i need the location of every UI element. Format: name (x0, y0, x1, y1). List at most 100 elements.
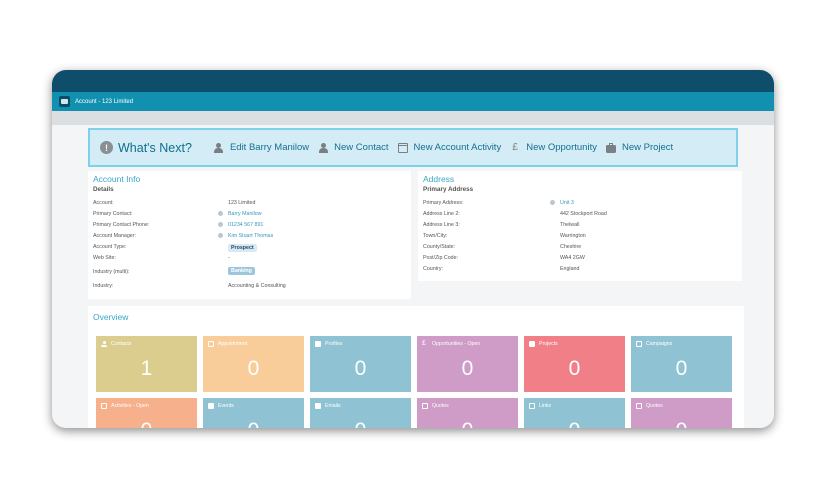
envelope-icon (315, 403, 321, 409)
account-info-title: Account Info (93, 174, 141, 184)
folder-icon (315, 341, 321, 347)
row-value: WA4 2GW (560, 255, 585, 261)
person-icon (214, 142, 224, 153)
primary-address-link[interactable]: Unit 3 (560, 200, 574, 206)
new-opportunity-action[interactable]: £ New Opportunity (510, 142, 597, 153)
calendar-icon (101, 403, 107, 409)
tile-label: Links (539, 403, 552, 409)
tile-count: 0 (96, 419, 197, 428)
tile-count: 0 (461, 357, 474, 380)
row-label: Town/City: (423, 233, 448, 239)
tile-count: 0 (631, 419, 732, 428)
row-label: Post/Zip Code: (423, 255, 459, 261)
pound-icon: £ (512, 141, 518, 153)
window-title: Account - 123 Limited (75, 98, 134, 105)
exclamation-icon: ! (100, 141, 113, 154)
tile-links[interactable]: Links 0 (524, 398, 625, 428)
tile-events[interactable]: Events 0 (203, 398, 304, 428)
row-value: 442 Stockport Road (560, 211, 607, 217)
new-account-activity-action[interactable]: New Account Activity (397, 142, 502, 153)
tile-profiles[interactable]: Profiles 0 (310, 336, 411, 392)
detail-row: Account Manager: Kim Stuart Thomas (93, 233, 413, 242)
detail-row: Account: 123 Limited (93, 200, 413, 209)
top-bar (52, 70, 774, 92)
row-label: Industry: (93, 283, 114, 289)
row-value: Thelwall (560, 222, 580, 228)
row-label: Address Line 2: (423, 211, 460, 217)
detail-row: Web Site: - (93, 255, 413, 264)
action-label: New Project (621, 142, 674, 153)
new-project-action[interactable]: New Project (605, 142, 674, 153)
overview-title: Overview (93, 312, 129, 322)
detail-row: Primary Contact: Barry Manilow (93, 211, 413, 220)
row-label: Address Line 3: (423, 222, 460, 228)
person-icon (218, 211, 223, 217)
whats-next-bar: ! What's Next? Edit Barry Manilow New Co… (88, 128, 738, 167)
title-bar: Account - 123 Limited (52, 92, 774, 111)
tile-emails[interactable]: Emails 0 (310, 398, 411, 428)
industry-value: Accounting & Consulting (228, 283, 286, 289)
tile-label: Profiles (325, 341, 343, 347)
person-icon (218, 233, 223, 239)
row-label: Account Manager: (93, 233, 136, 239)
cart-icon (636, 403, 642, 409)
detail-row: Industry: Accounting & Consulting (93, 283, 413, 292)
row-label: County/State: (423, 244, 456, 250)
tile-label: Emails (325, 403, 341, 409)
tile-appointment[interactable]: Appointment 0 (203, 336, 304, 392)
address-row: Country: England (423, 266, 743, 275)
tile-activities-open[interactable]: Activities - Open 0 (96, 398, 197, 428)
industry-badge: Banking (228, 267, 255, 275)
link-icon (529, 403, 535, 409)
tile-quotes[interactable]: Quotes 0 (417, 398, 518, 428)
account-type-badge: Prospect (228, 244, 257, 252)
row-label: Primary Contact Phone: (93, 222, 150, 228)
tile-label: Activities - Open (111, 403, 149, 409)
overview-panel: Overview Contacts 1 Appointment 0 Profil… (88, 306, 744, 428)
row-value: England (560, 266, 580, 272)
person-icon (101, 341, 107, 347)
tile-label: Contacts (111, 341, 132, 347)
address-row: Address Line 2: 442 Stockport Road (423, 211, 743, 220)
person-icon (318, 142, 328, 153)
chart-icon (636, 341, 642, 347)
new-contact-action[interactable]: New Contact (318, 142, 389, 153)
row-label: Industry (multi): (93, 269, 130, 275)
tile-count: 0 (417, 419, 518, 428)
app-window: Account - 123 Limited ! What's Next? Edi… (52, 70, 774, 428)
main-content: ! What's Next? Edit Barry Manilow New Co… (52, 125, 774, 428)
tile-label: Opportunities - Open (432, 341, 481, 347)
account-info-panel: Account Info Details Account: 123 Limite… (88, 171, 411, 299)
tile-contacts[interactable]: Contacts 1 (96, 336, 197, 392)
account-manager-link[interactable]: Kim Stuart Thomas (228, 233, 273, 239)
phone-link[interactable]: 01234 567 891 (228, 222, 263, 228)
tile-count: 0 (568, 357, 581, 380)
tile-label: Quotes (646, 403, 663, 409)
row-value: Warrington (560, 233, 586, 239)
details-heading: Details (93, 186, 114, 193)
address-title: Address (423, 174, 455, 184)
tile-opportunities-open[interactable]: £ Opportunities - Open 0 (417, 336, 518, 392)
primary-contact-link[interactable]: Barry Manilow (228, 211, 262, 217)
pound-icon: £ (422, 340, 426, 347)
row-label: Web Site: (93, 255, 116, 261)
whats-next-title: What's Next? (118, 140, 192, 155)
grid-icon (208, 403, 214, 409)
tile-label: Appointment (218, 341, 248, 347)
edit-contact-action[interactable]: Edit Barry Manilow (214, 142, 309, 153)
action-label: New Account Activity (413, 142, 502, 153)
calendar-icon (397, 142, 408, 153)
tile-count: 0 (310, 419, 411, 428)
address-panel: Address Primary Address Primary Address:… (418, 171, 742, 281)
tile-quotes-2[interactable]: Quotes 0 (631, 398, 732, 428)
calendar-icon (208, 341, 214, 347)
tile-campaigns[interactable]: Campaigns 0 (631, 336, 732, 392)
cart-icon (422, 403, 428, 409)
location-icon (550, 200, 555, 206)
tile-label: Quotes (432, 403, 449, 409)
action-label: New Contact (334, 142, 389, 153)
row-label: Primary Contact: (93, 211, 133, 217)
tile-projects[interactable]: Projects 0 (524, 336, 625, 392)
account-name: 123 Limited (228, 200, 256, 206)
action-label: Edit Barry Manilow (229, 142, 310, 153)
